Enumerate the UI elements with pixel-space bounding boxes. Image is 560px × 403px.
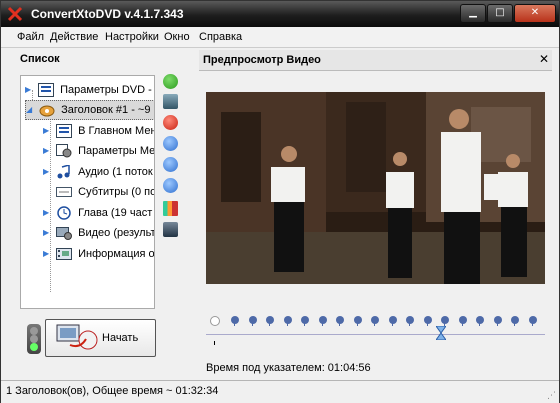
timeline-start-marker[interactable]	[210, 316, 220, 326]
menu-help[interactable]: Справка	[199, 31, 242, 43]
main-menu-icon	[56, 124, 73, 139]
close-button[interactable]: ✕	[514, 4, 556, 23]
maximize-button[interactable]: □	[487, 4, 513, 23]
chapter-marker[interactable]	[476, 316, 484, 326]
expand-arrow-icon[interactable]: ▶	[43, 224, 53, 242]
time-under-cursor: Время под указателем: 01:04:56	[206, 362, 371, 374]
move-up-icon[interactable]	[163, 157, 178, 172]
chapter-marker[interactable]	[353, 316, 362, 326]
chapter-marker[interactable]	[336, 316, 344, 326]
chapter-marker[interactable]	[458, 316, 467, 326]
window-title: ConvertXtoDVD v.4.1.7.343	[31, 7, 184, 21]
tree-item-title-1[interactable]: ◢ Заголовок #1 - ~9	[25, 100, 154, 120]
chapter-marker[interactable]	[231, 316, 239, 326]
expand-arrow-icon[interactable]: ▶	[43, 204, 53, 222]
tree-item-label: Глава (19 част	[78, 207, 153, 219]
status-bar: 1 Заголовок(ов), Общее время ~ 01:32:34 …	[1, 380, 559, 403]
chapter-marker[interactable]	[318, 316, 327, 326]
tree-item-menu-settings[interactable]: ▶ Параметры Мен	[43, 142, 155, 160]
playhead-icon[interactable]	[436, 326, 446, 340]
info-icon[interactable]	[163, 136, 178, 151]
expand-arrow-icon[interactable]: ▶	[43, 142, 53, 160]
preview-header: Предпросмотр Видео ✕	[199, 50, 552, 71]
status-text: 1 Заголовок(ов), Общее время ~ 01:32:34	[6, 385, 219, 397]
chapter-marker[interactable]	[266, 316, 274, 326]
expand-arrow-icon[interactable]: ▶	[43, 245, 53, 263]
tree-item-info[interactable]: ▶ Информация об	[43, 245, 155, 263]
add-icon[interactable]	[163, 74, 178, 89]
close-preview-icon[interactable]: ✕	[539, 52, 549, 66]
tree-item-label: Субтитры (0 по	[78, 186, 155, 198]
tree-item-label: Параметры Мен	[78, 145, 155, 157]
tree-item-label: Аудио (1 поток	[78, 166, 153, 178]
remove-icon[interactable]	[163, 115, 178, 130]
audio-note-icon	[57, 165, 70, 179]
tree-item-video[interactable]: ▶ Видео (результ	[43, 224, 155, 242]
chapter-marker[interactable]	[528, 316, 537, 326]
tree-item-audio[interactable]: ▶ Аудио (1 поток	[43, 163, 153, 181]
project-tree[interactable]: ▶ Параметры DVD - И ◢ Заголовок #1 - ~9 …	[20, 75, 155, 309]
resize-grip-icon[interactable]: ⋰	[547, 391, 556, 401]
subtitles-icon	[56, 187, 73, 198]
chapter-marker[interactable]	[493, 316, 502, 326]
tree-item-label: В Главном Меню	[78, 125, 154, 137]
title-disc-icon	[39, 105, 55, 117]
chapter-marker[interactable]	[301, 316, 309, 326]
video-frame-image	[206, 92, 545, 284]
chapter-marker[interactable]	[511, 316, 519, 326]
expand-arrow-icon[interactable]: ▶	[25, 81, 35, 99]
chapter-marker[interactable]	[388, 316, 397, 326]
tree-item-chapters[interactable]: ▶ Глава (19 част	[43, 204, 152, 222]
preview-title: Предпросмотр Видео	[203, 54, 321, 66]
menu-bar: Файл Действие Настройки Окно Справка	[1, 27, 559, 48]
video-preview[interactable]	[206, 92, 545, 284]
menu-settings[interactable]: Настройки	[105, 31, 159, 43]
expand-arrow-icon[interactable]: ▶	[43, 122, 53, 140]
dvd-settings-icon	[38, 83, 55, 98]
tree-item-dvd-settings[interactable]: ▶ Параметры DVD - И	[25, 81, 155, 99]
menu-file[interactable]: Файл	[17, 31, 44, 43]
monitor-icon[interactable]	[163, 222, 178, 237]
chapter-marker[interactable]	[283, 316, 292, 326]
chapter-marker[interactable]	[248, 316, 257, 326]
start-button-label: Начать	[102, 332, 139, 344]
app-logo-icon	[7, 6, 23, 22]
menu-action[interactable]: Действие	[50, 31, 98, 43]
move-down-icon[interactable]	[163, 178, 178, 193]
chapter-clock-icon	[57, 206, 71, 220]
tree-item-label: Параметры DVD - И	[60, 84, 155, 96]
info-film-icon	[56, 248, 73, 261]
app-window: ConvertXtoDVD v.4.1.7.343 ▁ □ ✕ Файл Дей…	[0, 0, 560, 403]
chapter-marker[interactable]	[423, 316, 432, 326]
video-settings-icon	[56, 227, 73, 241]
chapter-marker[interactable]	[371, 316, 379, 326]
menu-window[interactable]: Окно	[164, 31, 190, 43]
replace-icon[interactable]	[163, 94, 178, 109]
list-panel-title: Список	[20, 53, 60, 65]
chapter-marker[interactable]	[406, 316, 414, 326]
menu-settings-icon	[56, 144, 72, 158]
tree-item-label: Видео (результ	[78, 227, 155, 239]
status-light-icon	[27, 324, 41, 354]
tree-item-main-menu[interactable]: ▶ В Главном Меню	[43, 122, 154, 140]
expand-arrow-icon[interactable]: ▶	[43, 163, 53, 181]
minimize-button[interactable]: ▁	[460, 4, 486, 23]
tree-item-subtitles[interactable]: Субтитры (0 по	[43, 183, 155, 201]
level-icon[interactable]	[163, 201, 178, 216]
start-button[interactable]: Начать	[45, 319, 156, 357]
chapter-timeline[interactable]	[206, 308, 545, 345]
title-bar[interactable]: ConvertXtoDVD v.4.1.7.343 ▁ □ ✕	[1, 1, 559, 27]
collapse-arrow-icon[interactable]: ◢	[26, 101, 36, 119]
convert-icon	[56, 324, 98, 350]
tree-item-label: Заголовок #1 - ~9	[61, 104, 151, 116]
chapter-marker[interactable]	[441, 316, 449, 326]
tree-item-label: Информация об	[78, 248, 155, 260]
